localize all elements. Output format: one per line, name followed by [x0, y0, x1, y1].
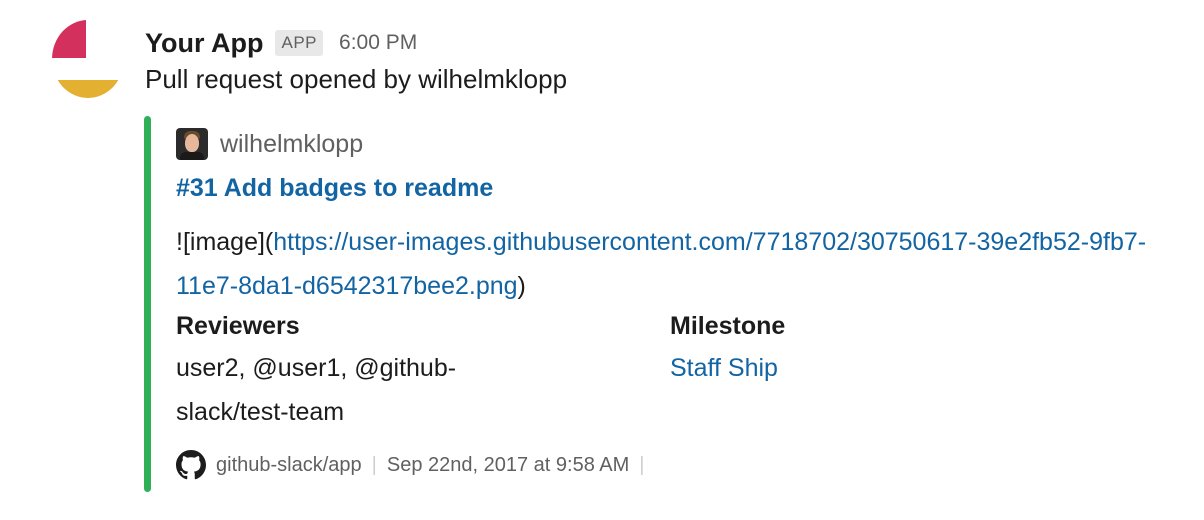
field-title-milestone: Milestone [670, 312, 786, 340]
author-avatar-shirt [180, 152, 204, 160]
body-prefix: ![image]( [176, 228, 274, 256]
footer-separator-trailing: | [639, 453, 645, 476]
avatar-white-band [52, 58, 124, 80]
field-title-reviewers: Reviewers [176, 312, 300, 340]
message-text: Pull request opened by wilhelmklopp [145, 64, 568, 94]
avatar-red-block [52, 20, 86, 58]
pull-request-title-link[interactable]: #31 Add badges to readme [176, 174, 493, 203]
author-avatar[interactable] [176, 128, 208, 160]
app-name[interactable]: Your App [145, 28, 263, 59]
app-badge: APP [275, 30, 324, 56]
message-attachment: wilhelmklopp #31 Add badges to readme ![… [144, 116, 1164, 492]
github-icon [176, 450, 206, 480]
footer-repo-link[interactable]: github-slack/app [216, 454, 362, 477]
app-avatar[interactable] [52, 20, 124, 98]
image-url-link[interactable]: https://user-images.githubusercontent.co… [176, 228, 1146, 300]
message-timestamp[interactable]: 6:00 PM [339, 31, 417, 55]
attachment-color-bar [144, 116, 151, 492]
field-reviewers: Reviewers user2, @user1, @github-slack/t… [176, 308, 646, 434]
avatar-white-block [90, 20, 124, 58]
author-name[interactable]: wilhelmklopp [220, 130, 363, 159]
slack-message: Your App APP 6:00 PM Pull request opened… [0, 0, 1204, 520]
attachment-author: wilhelmklopp [176, 128, 363, 160]
field-value-reviewers: user2, @user1, @github-slack/test-team [176, 354, 457, 426]
body-suffix: ) [517, 272, 526, 300]
attachment-body: ![image](https://user-images.githubuserc… [176, 220, 1166, 308]
avatar-yellow-block [52, 80, 124, 98]
footer-separator: | [371, 453, 377, 476]
footer-datetime[interactable]: Sep 22nd, 2017 at 9:58 AM [387, 454, 629, 477]
message-header: Your App APP 6:00 PM [145, 24, 417, 62]
field-milestone: Milestone Staff Ship [670, 308, 1140, 390]
attachment-footer: github-slack/app | Sep 22nd, 2017 at 9:5… [176, 450, 654, 480]
author-avatar-face [185, 134, 199, 152]
milestone-link[interactable]: Staff Ship [670, 346, 1010, 390]
